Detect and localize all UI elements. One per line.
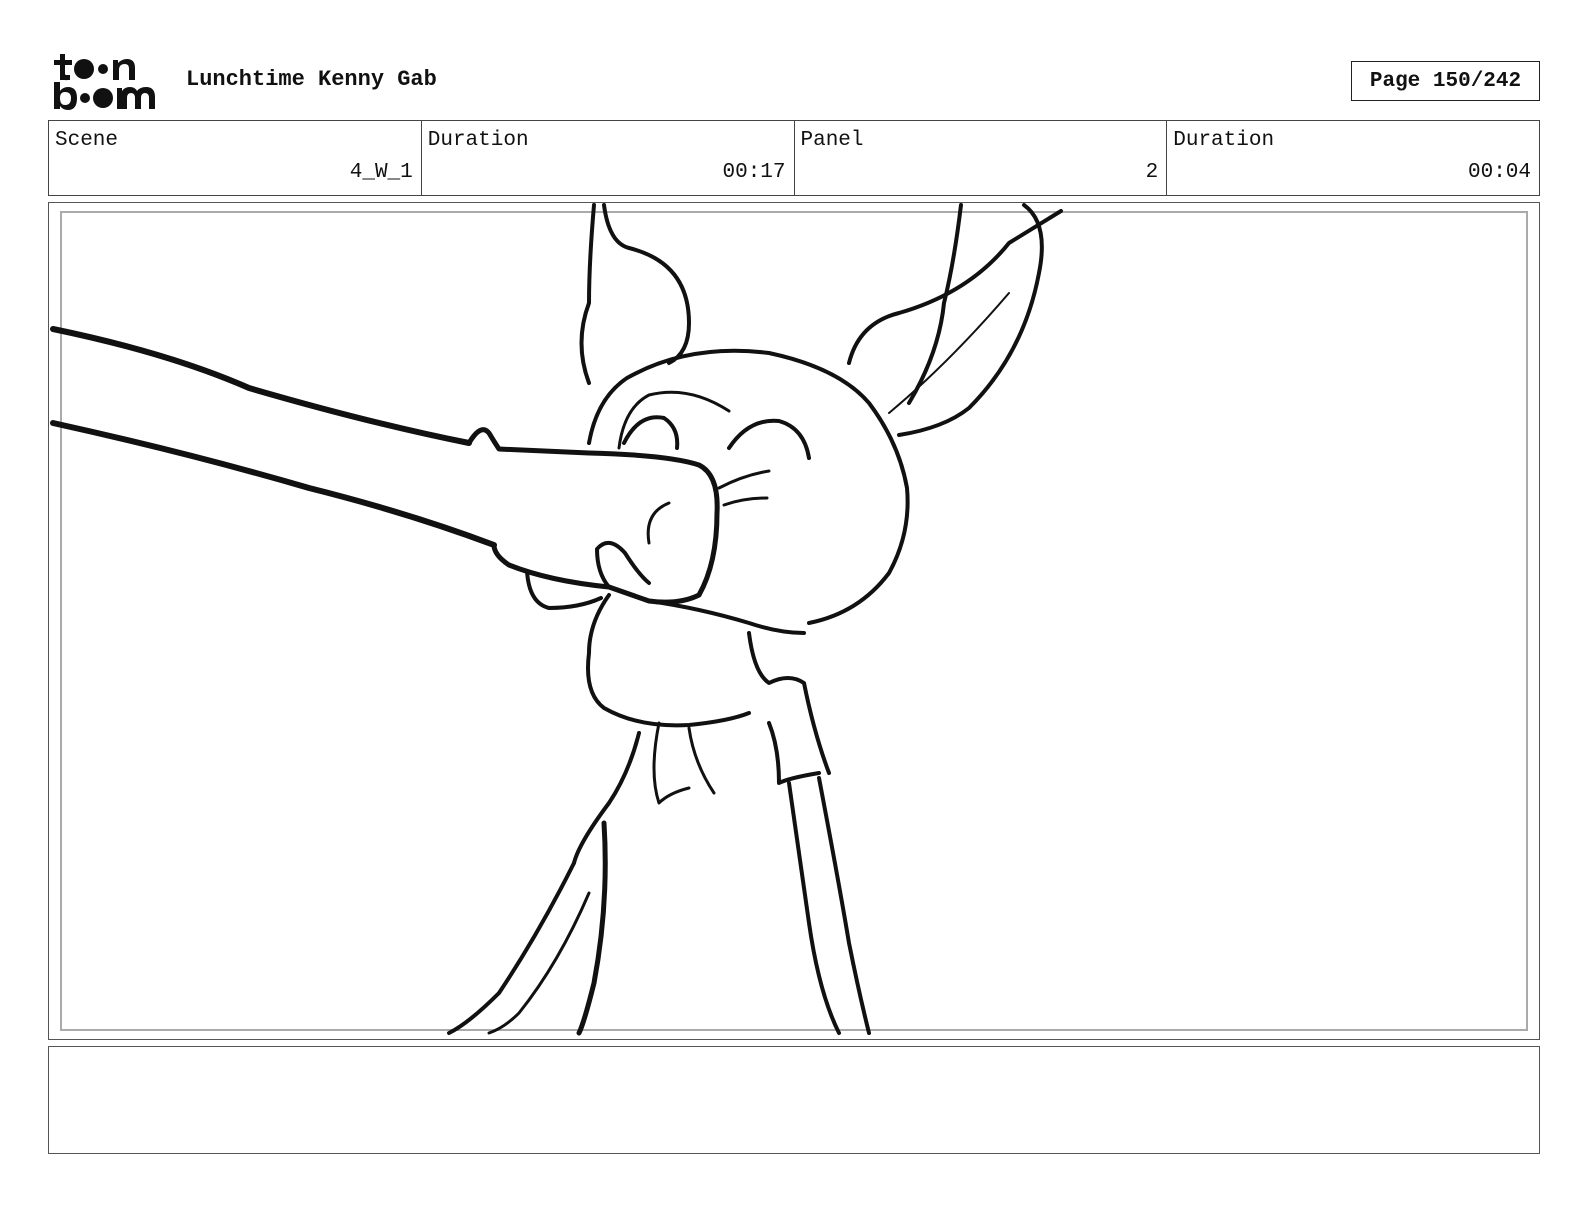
panel-notes-box [48,1046,1540,1154]
panel-label: Panel [800,129,864,152]
toonboom-logo [54,54,155,110]
storyboard-panel [48,202,1540,1040]
scene-duration-value: 00:17 [722,161,786,184]
scene-duration-cell: Duration 00:17 [422,121,795,195]
storyboard-info-bar: Scene 4_W_1 Duration 00:17 Panel 2 Durat… [48,120,1540,196]
panel-value: 2 [1145,161,1159,184]
page-indicator: Page 150/242 [1351,61,1540,101]
scene-value: 4_W_1 [349,161,413,184]
scene-label: Scene [55,129,119,152]
scene-cell: Scene 4_W_1 [49,121,422,195]
project-title: Lunchtime Kenny Gab [186,67,437,92]
scene-duration-label: Duration [427,129,529,152]
panel-cell: Panel 2 [795,121,1168,195]
panel-duration-cell: Duration 00:04 [1167,121,1539,195]
panel-sketch-image [50,203,1063,1036]
panel-duration-label: Duration [1173,129,1275,152]
panel-duration-value: 00:04 [1467,161,1531,184]
